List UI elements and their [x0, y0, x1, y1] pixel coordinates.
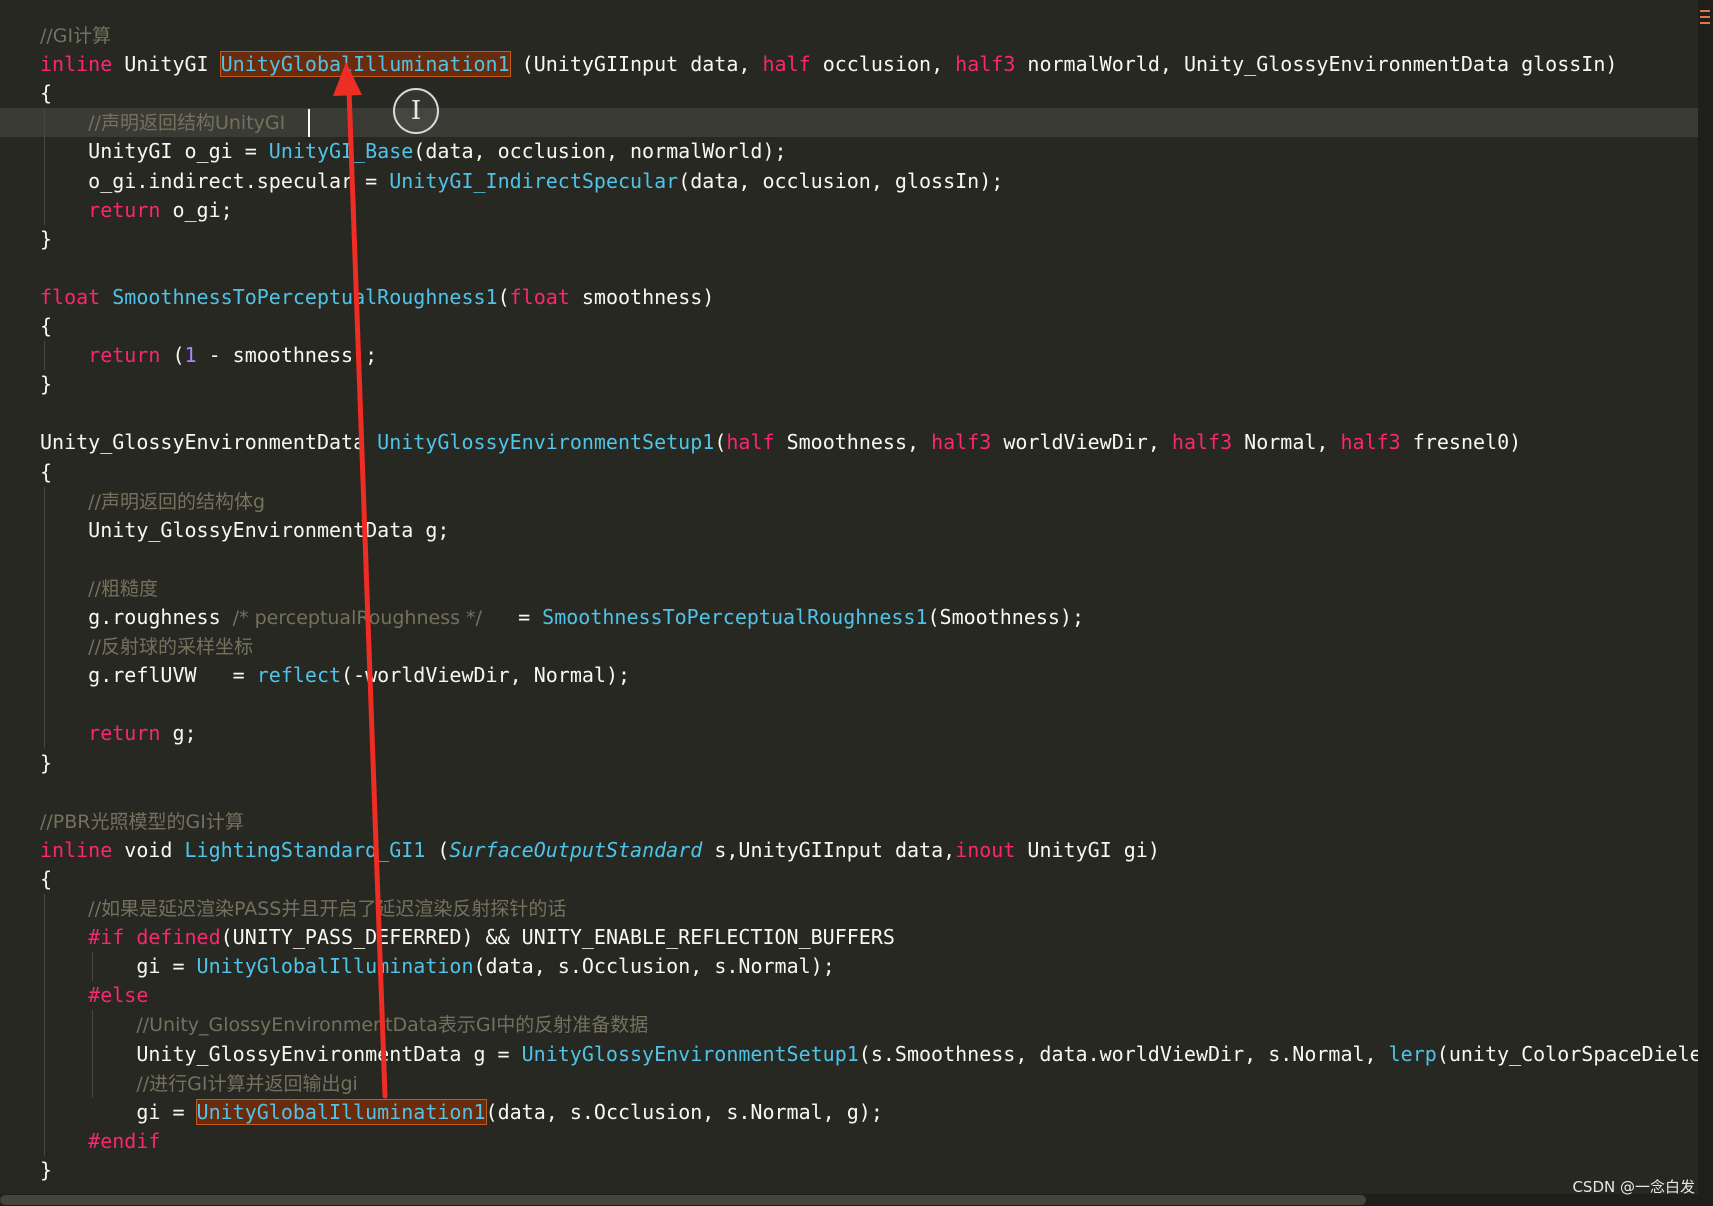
arrow-shaft: [346, 87, 388, 1099]
arrow-head: [333, 62, 362, 96]
text-cursor-icon: I: [410, 96, 422, 126]
red-arrow-annotation: [333, 62, 388, 1099]
watermark: CSDN @一念白发: [1572, 1178, 1695, 1196]
